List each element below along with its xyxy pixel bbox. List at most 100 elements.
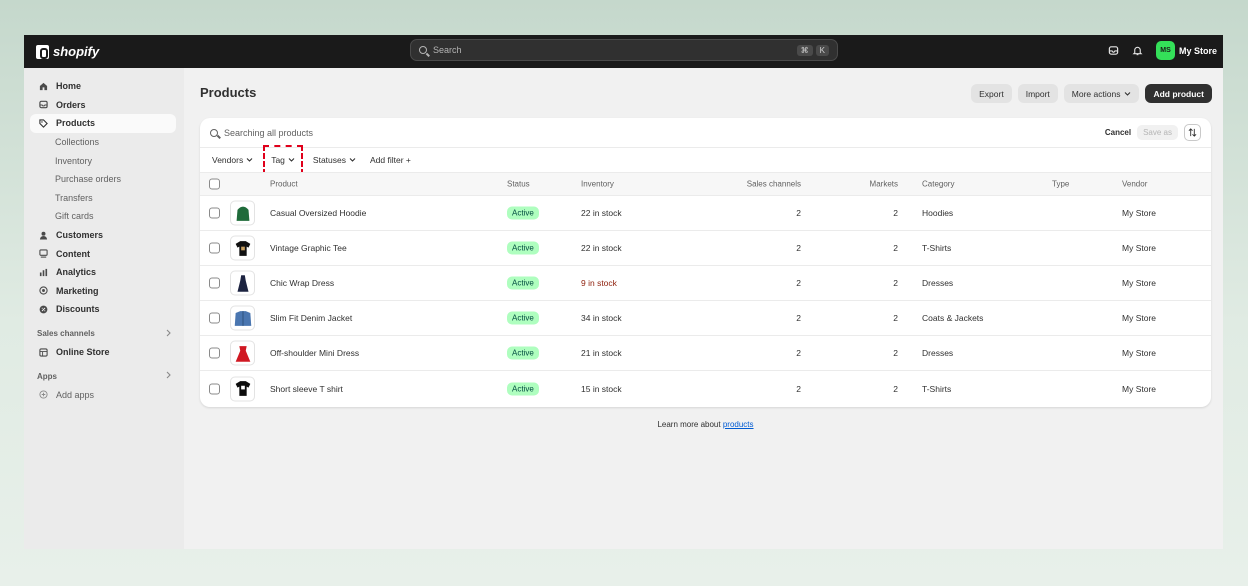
sidebar-item-purchase-orders[interactable]: Purchase orders bbox=[24, 170, 184, 189]
filter-tag[interactable]: Tag bbox=[263, 145, 303, 175]
sidebar-item-label: Marketing bbox=[56, 285, 99, 296]
sidebar-item-orders[interactable]: Orders bbox=[24, 96, 184, 115]
sidebar-item-discounts[interactable]: Discounts bbox=[24, 300, 184, 319]
sidebar-item-customers[interactable]: Customers bbox=[24, 226, 184, 245]
sidebar-item-marketing[interactable]: Marketing bbox=[24, 282, 184, 301]
save-as-button[interactable]: Save as bbox=[1137, 125, 1178, 140]
bell-icon[interactable] bbox=[1132, 45, 1144, 57]
store-menu[interactable]: MS My Store bbox=[1155, 41, 1217, 60]
sidebar-item-label: Add apps bbox=[56, 389, 95, 400]
status-badge: Active bbox=[507, 241, 539, 255]
sidebar-item-content[interactable]: Content bbox=[24, 244, 184, 263]
discount-icon bbox=[38, 304, 48, 314]
cancel-button[interactable]: Cancel bbox=[1105, 128, 1131, 137]
import-button[interactable]: Import bbox=[1017, 84, 1058, 103]
category-value: Hoodies bbox=[922, 208, 954, 218]
header-status[interactable]: Status bbox=[507, 180, 530, 189]
sidebar-item-add-apps[interactable]: Add apps bbox=[24, 385, 184, 404]
sales-channels-section[interactable]: Sales channels bbox=[24, 325, 184, 343]
sidebar-item-analytics[interactable]: Analytics bbox=[24, 263, 184, 282]
more-actions-button[interactable]: More actions bbox=[1063, 84, 1140, 103]
sidebar-item-products[interactable]: Products bbox=[30, 114, 176, 133]
header-sales-channels[interactable]: Sales channels bbox=[747, 180, 801, 189]
main-content: Products Export Import More actions Add … bbox=[184, 68, 1223, 549]
row-checkbox[interactable] bbox=[209, 207, 220, 219]
header-category[interactable]: Category bbox=[922, 180, 954, 189]
row-checkbox[interactable] bbox=[209, 242, 220, 254]
apps-section[interactable]: Apps bbox=[24, 367, 184, 385]
product-name[interactable]: Vintage Graphic Tee bbox=[270, 243, 347, 253]
row-checkbox[interactable] bbox=[209, 383, 220, 394]
product-name[interactable]: Off-shoulder Mini Dress bbox=[270, 348, 359, 358]
header-vendor[interactable]: Vendor bbox=[1122, 180, 1147, 189]
chevron-right-icon bbox=[165, 329, 172, 339]
table-row[interactable]: Short sleeve T shirt Active 15 in stock … bbox=[200, 371, 1211, 406]
add-product-button[interactable]: Add product bbox=[1145, 84, 1212, 103]
sidebar-item-label: Discounts bbox=[56, 304, 100, 315]
inventory-value: 22 in stock bbox=[581, 208, 622, 218]
table-row[interactable]: Casual Oversized Hoodie Active 22 in sto… bbox=[200, 196, 1211, 231]
status-badge: Active bbox=[507, 382, 539, 395]
header-markets[interactable]: Markets bbox=[870, 180, 898, 189]
table-row[interactable]: Slim Fit Denim Jacket Active 34 in stock… bbox=[200, 301, 1211, 336]
vendor-value: My Store bbox=[1122, 383, 1157, 394]
header-product[interactable]: Product bbox=[270, 180, 298, 189]
product-name[interactable]: Slim Fit Denim Jacket bbox=[270, 313, 352, 323]
sidebar-item-label: Home bbox=[56, 81, 82, 92]
sidebar-item-collections[interactable]: Collections bbox=[24, 133, 184, 152]
chevron-down-icon bbox=[288, 158, 295, 162]
search-icon bbox=[419, 46, 427, 54]
more-actions-label: More actions bbox=[1071, 88, 1121, 99]
sidebar-item-inventory[interactable]: Inventory bbox=[24, 151, 184, 170]
row-checkbox[interactable] bbox=[209, 277, 220, 289]
table-row[interactable]: Vintage Graphic Tee Active 22 in stock 2… bbox=[200, 231, 1211, 266]
product-name[interactable]: Casual Oversized Hoodie bbox=[270, 208, 366, 218]
top-bar: shopify Search ⌘ K MS My Store bbox=[24, 35, 1223, 68]
table-search-input[interactable]: Searching all products bbox=[224, 128, 313, 138]
filter-label: Vendors bbox=[212, 155, 244, 165]
filter-statuses[interactable]: Statuses bbox=[307, 152, 362, 169]
product-thumbnail[interactable] bbox=[230, 200, 255, 226]
filter-vendors[interactable]: Vendors bbox=[206, 152, 259, 169]
table-row[interactable]: Chic Wrap Dress Active 9 in stock 2 2 Dr… bbox=[200, 266, 1211, 301]
sidebar-item-home[interactable]: Home bbox=[24, 77, 184, 96]
store-icon bbox=[38, 347, 48, 357]
product-name[interactable]: Short sleeve T shirt bbox=[270, 384, 343, 394]
filter-label: Tag bbox=[271, 155, 285, 165]
products-link[interactable]: products bbox=[723, 420, 754, 429]
global-search-input[interactable]: Search ⌘ K bbox=[410, 39, 838, 61]
section-label: Apps bbox=[37, 371, 57, 381]
chevron-down-icon bbox=[349, 158, 356, 162]
shopify-logo[interactable]: shopify bbox=[36, 44, 99, 59]
product-thumbnail[interactable] bbox=[230, 305, 255, 331]
product-thumbnail[interactable] bbox=[230, 235, 255, 261]
product-thumbnail[interactable] bbox=[230, 270, 255, 296]
row-checkbox[interactable] bbox=[209, 347, 220, 359]
row-checkbox[interactable] bbox=[209, 312, 220, 324]
sidebar: Home Orders Products Collections Invento… bbox=[24, 68, 184, 549]
export-button[interactable]: Export bbox=[971, 84, 1012, 103]
product-thumbnail[interactable] bbox=[230, 340, 255, 366]
markets-value: 2 bbox=[893, 208, 898, 218]
store-name: My Store bbox=[1178, 45, 1217, 56]
product-name[interactable]: Chic Wrap Dress bbox=[270, 278, 334, 288]
table-row[interactable]: Off-shoulder Mini Dress Active 21 in sto… bbox=[200, 336, 1211, 371]
inbox-icon[interactable] bbox=[1108, 45, 1120, 57]
vendor-value: My Store bbox=[1122, 278, 1157, 288]
table-body: Casual Oversized Hoodie Active 22 in sto… bbox=[200, 196, 1211, 406]
header-type[interactable]: Type bbox=[1052, 180, 1069, 189]
status-badge: Active bbox=[507, 206, 539, 220]
category-value: Coats & Jackets bbox=[922, 313, 984, 323]
header-inventory[interactable]: Inventory bbox=[581, 180, 614, 189]
shopify-bag-icon bbox=[36, 44, 49, 59]
sort-button[interactable] bbox=[1184, 124, 1201, 141]
sidebar-item-transfers[interactable]: Transfers bbox=[24, 189, 184, 208]
product-thumbnail[interactable] bbox=[230, 376, 255, 401]
sidebar-item-gift-cards[interactable]: Gift cards bbox=[24, 207, 184, 226]
cmd-key: ⌘ bbox=[796, 44, 813, 56]
sidebar-item-online-store[interactable]: Online Store bbox=[24, 343, 184, 362]
sales-channels-value: 2 bbox=[796, 208, 801, 218]
table-search-bar: Searching all products Cancel Save as bbox=[200, 118, 1211, 148]
select-all-checkbox[interactable] bbox=[209, 178, 220, 190]
add-filter-button[interactable]: Add filter + bbox=[364, 152, 417, 169]
